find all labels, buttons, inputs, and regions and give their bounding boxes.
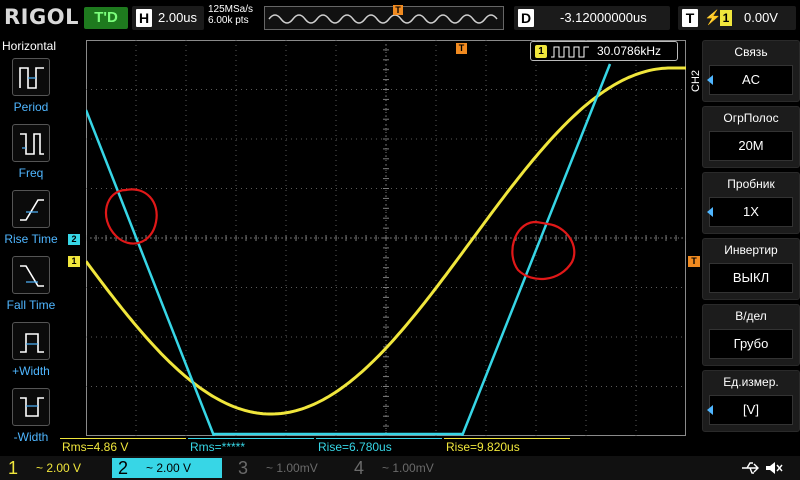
memory-depth: 6.00k pts — [208, 15, 249, 26]
positive-width-icon — [12, 322, 50, 360]
ch2-status[interactable]: 2 ~ 2.00 V — [112, 458, 222, 478]
timebase-display[interactable]: H 2.00us — [132, 6, 204, 30]
scope-grid-svg — [86, 40, 686, 436]
coupling-arrow-icon — [707, 75, 713, 85]
unit-menu-item[interactable]: Ед.измер. [V] — [702, 370, 800, 432]
horizontal-measure-menu: Horizontal Period Freq Rise Time Fall Ti… — [0, 36, 62, 456]
acquisition-info: 125MSa/s 6.00k pts — [208, 4, 253, 26]
horizontal-key: H — [136, 9, 152, 27]
volts-div-value: Грубо — [709, 329, 793, 359]
channel-settings-menu: Связь AC ОгрПолос 20M Пробник 1X Инверти… — [702, 36, 800, 456]
positive-width-label: +Width — [12, 364, 50, 378]
ch2-number: 2 — [117, 458, 128, 478]
ch1-number: 1 — [7, 458, 18, 478]
period-icon — [12, 58, 50, 96]
coupling-menu-item[interactable]: Связь AC — [702, 40, 800, 102]
probe-menu-item[interactable]: Пробник 1X — [702, 172, 800, 234]
brand-logo: RIGOL — [4, 5, 79, 29]
trigger-source-badge: 1 — [720, 10, 732, 26]
invert-value: ВЫКЛ — [709, 263, 793, 293]
bandwidth-label: ОгрПолос — [723, 111, 779, 125]
ch1-status[interactable]: 1 ~ 2.00 V — [2, 458, 106, 478]
usb-icon — [742, 462, 759, 474]
sample-rate: 125MSa/s — [208, 4, 254, 15]
bandwidth-value: 20M — [709, 131, 793, 161]
measure-period-button[interactable]: Period — [0, 58, 62, 118]
negative-width-label: -Width — [13, 430, 49, 444]
unit-label: Ед.измер. — [723, 375, 779, 389]
delay-display[interactable]: D -3.12000000us — [514, 6, 670, 30]
measure-rise-time-button[interactable]: Rise Time — [0, 190, 62, 250]
measure-fall-time-button[interactable]: Fall Time — [0, 256, 62, 316]
counter-channel-badge: 1 — [535, 45, 547, 58]
channel-status-bar: 1 ~ 2.00 V 2 ~ 2.00 V 3 ~ 1.00mV 4 ~ 1.0… — [0, 456, 800, 480]
measurement-rms-ch1[interactable]: Rms=4.86 V — [60, 438, 186, 454]
ch1-setting: ~ 2.00 V — [36, 461, 82, 475]
ch1-offset-marker[interactable]: 1 — [68, 256, 80, 267]
ch4-setting: ~ 1.00mV — [382, 461, 434, 475]
annotation-circle-left — [105, 188, 158, 245]
top-status-bar: RIGOL T'D H 2.00us 125MSa/s 6.00k pts T … — [0, 0, 800, 36]
ch3-number: 3 — [237, 458, 248, 478]
rise-time-icon — [12, 190, 50, 228]
fall-time-icon — [12, 256, 50, 294]
speaker-muted-icon[interactable] — [764, 460, 784, 476]
timebase-value: 2.00us — [158, 10, 198, 25]
volts-div-menu-item[interactable]: В/дел Грубо — [702, 304, 800, 366]
ch3-status[interactable]: 3 ~ 1.00mV — [232, 458, 342, 478]
negative-width-icon — [12, 388, 50, 426]
trigger-display[interactable]: T ⚡ 1 0.00V — [678, 6, 796, 30]
ch4-status[interactable]: 4 ~ 1.00mV — [348, 458, 458, 478]
invert-label: Инвертир — [724, 243, 778, 257]
frequency-counter: 1 30.0786kHz — [530, 41, 678, 61]
measurement-rms-ch2[interactable]: Rms=***** — [188, 438, 314, 454]
fall-time-label: Fall Time — [6, 298, 56, 312]
rise-time-label: Rise Time — [4, 232, 58, 246]
channel-menu-tag: CH2 — [690, 69, 702, 92]
unit-value: [V] — [709, 395, 793, 425]
trigger-position-marker: T — [393, 5, 403, 15]
waveform-display[interactable] — [86, 40, 686, 436]
measure-positive-width-button[interactable]: +Width — [0, 322, 62, 382]
ch4-number: 4 — [353, 458, 364, 478]
volts-div-label: В/дел — [735, 309, 767, 323]
pulse-train-icon — [551, 46, 589, 58]
coupling-value: AC — [709, 65, 793, 95]
delay-key: D — [518, 9, 534, 27]
measurement-rise-ch2[interactable]: Rise=6.780us — [316, 438, 442, 454]
probe-label: Пробник — [727, 177, 775, 191]
menu-title: Horizontal — [2, 39, 57, 53]
invert-menu-item[interactable]: Инвертир ВЫКЛ — [702, 238, 800, 300]
measure-frequency-button[interactable]: Freq — [0, 124, 62, 184]
ch2-offset-marker[interactable]: 2 — [68, 234, 80, 245]
measurement-rise-ch1[interactable]: Rise=9.820us — [444, 438, 570, 454]
delay-value: -3.12000000us — [560, 10, 647, 25]
coupling-label: Связь — [734, 45, 768, 59]
probe-arrow-icon — [707, 207, 713, 217]
ch2-trace-falling — [86, 109, 216, 436]
trigger-level: 0.00V — [744, 10, 778, 25]
memory-waveform-icon — [268, 14, 498, 24]
bandwidth-limit-menu-item[interactable]: ОгрПолос 20M — [702, 106, 800, 168]
freq-label: Freq — [18, 166, 44, 180]
ch3-setting: ~ 1.00mV — [266, 461, 318, 475]
measure-negative-width-button[interactable]: -Width — [0, 388, 62, 448]
trigger-edge-icon: ⚡ — [704, 9, 722, 25]
ch2-setting: ~ 2.00 V — [146, 461, 192, 475]
probe-value: 1X — [709, 197, 793, 227]
run-state-badge: T'D — [84, 7, 128, 29]
unit-arrow-icon — [707, 405, 713, 415]
trigger-key: T — [682, 9, 698, 27]
frequency-icon — [12, 124, 50, 162]
trigger-time-marker[interactable]: T — [456, 43, 467, 54]
period-label: Period — [13, 100, 49, 114]
counter-value: 30.0786kHz — [597, 44, 662, 58]
memory-overview-bar — [264, 6, 504, 30]
trigger-level-marker[interactable]: T — [688, 256, 700, 267]
